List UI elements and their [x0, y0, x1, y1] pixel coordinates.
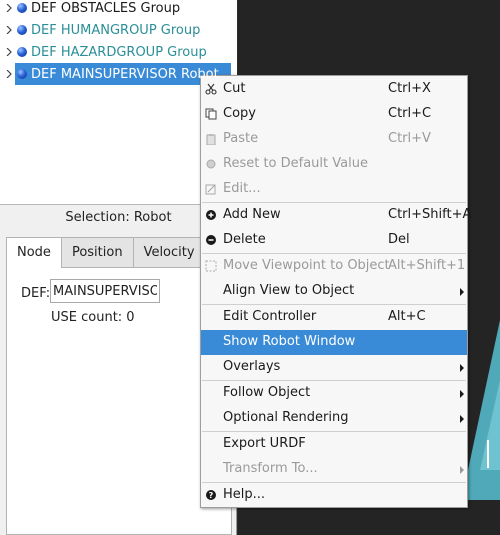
- reset-icon: [205, 158, 217, 170]
- menu-item-transform-to[interactable]: Transform To...: [201, 457, 467, 482]
- menu-item-shortcut: Ctrl+C: [388, 106, 432, 121]
- expand-arrow-icon[interactable]: [5, 3, 13, 13]
- menu-item-optional-rendering[interactable]: Optional Rendering: [201, 406, 467, 431]
- tree-item-hazardgroup[interactable]: DEF HAZARDGROUP Group: [0, 41, 237, 63]
- context-menu: Cut Ctrl+X Copy Ctrl+C Paste Ctrl+V Rese…: [200, 75, 471, 508]
- menu-item-label: Paste: [223, 131, 259, 146]
- delete-icon: [205, 234, 217, 246]
- menu-item-edit[interactable]: Edit...: [201, 177, 467, 202]
- menu-item-label: Copy: [223, 106, 256, 121]
- menu-item-label: Transform To...: [223, 461, 318, 476]
- expand-arrow-icon[interactable]: [5, 47, 13, 57]
- move-viewpoint-icon: [205, 260, 217, 272]
- menu-item-label: Export URDF: [223, 436, 306, 451]
- menu-item-label: Optional Rendering: [223, 410, 349, 425]
- menu-item-label: Add New: [223, 207, 281, 222]
- menu-item-label: Reset to Default Value: [223, 156, 368, 171]
- submenu-arrow-icon: [460, 288, 464, 296]
- svg-text:?: ?: [209, 491, 214, 500]
- menu-item-overlays[interactable]: Overlays: [201, 355, 467, 380]
- menu-item-shortcut: Ctrl+Shift+A: [388, 207, 472, 222]
- menu-item-label: Follow Object: [223, 385, 311, 400]
- menu-item-label: Move Viewpoint to Object: [223, 258, 390, 273]
- menu-item-label: Edit Controller: [223, 309, 317, 324]
- tree-item-obstacles[interactable]: DEF OBSTACLES Group: [0, 0, 237, 19]
- menu-item-export-urdf[interactable]: Export URDF: [201, 432, 467, 457]
- menu-item-shortcut: Ctrl+V: [388, 131, 431, 146]
- submenu-arrow-icon: [460, 390, 464, 398]
- def-label: DEF:: [21, 286, 51, 301]
- copy-icon: [205, 108, 217, 120]
- add-icon: [205, 209, 217, 221]
- menu-item-paste[interactable]: Paste Ctrl+V: [201, 127, 467, 152]
- tab-position[interactable]: Position: [60, 237, 134, 267]
- menu-item-delete[interactable]: Delete Del: [201, 228, 467, 253]
- tree-item-label: DEF OBSTACLES Group: [31, 0, 181, 16]
- paste-icon: [205, 133, 217, 145]
- tree-item-label: DEF MAINSUPERVISOR Robot: [31, 66, 219, 82]
- submenu-arrow-icon: [460, 364, 464, 372]
- tab-velocity[interactable]: Velocity: [132, 237, 206, 267]
- menu-item-edit-controller[interactable]: Edit Controller Alt+C: [201, 305, 467, 330]
- menu-item-show-robot-window[interactable]: Show Robot Window: [201, 330, 467, 355]
- menu-item-shortcut: Del: [388, 232, 410, 247]
- node-sphere-icon: [17, 47, 27, 57]
- menu-item-add-new[interactable]: Add New Ctrl+Shift+A: [201, 203, 471, 228]
- use-count: USE count: 0: [51, 310, 135, 325]
- menu-item-shortcut: Alt+C: [388, 309, 426, 324]
- tree-item-humangroup[interactable]: DEF HUMANGROUP Group: [0, 19, 237, 41]
- submenu-arrow-icon: [460, 466, 464, 474]
- expand-arrow-icon[interactable]: [5, 69, 13, 79]
- menu-item-help[interactable]: ? Help...: [201, 483, 467, 508]
- menu-item-align-view[interactable]: Align View to Object: [201, 279, 467, 304]
- tab-node[interactable]: Node: [6, 237, 62, 268]
- expand-arrow-icon[interactable]: [5, 25, 13, 35]
- menu-item-label: Align View to Object: [223, 283, 355, 298]
- menu-item-label: Delete: [223, 232, 266, 247]
- scissors-icon: [205, 83, 217, 95]
- menu-item-copy[interactable]: Copy Ctrl+C: [201, 102, 467, 127]
- menu-item-label: Help...: [223, 487, 266, 502]
- submenu-arrow-icon: [460, 415, 464, 423]
- node-tab-content: DEF: USE count: 0: [6, 267, 232, 535]
- node-sphere-icon: [17, 25, 27, 35]
- viewport-object-shape: [468, 320, 500, 500]
- field-editor-tabs: Node Position Velocity: [6, 237, 206, 268]
- menu-item-label: Edit...: [223, 181, 261, 196]
- menu-item-reset-default[interactable]: Reset to Default Value: [201, 152, 467, 177]
- help-icon: ?: [205, 489, 217, 501]
- menu-item-shortcut: Ctrl+X: [388, 81, 431, 96]
- menu-item-label: Overlays: [223, 359, 281, 374]
- def-name-input[interactable]: [50, 279, 160, 303]
- edit-icon: [205, 183, 217, 195]
- tree-item-label: DEF HUMANGROUP Group: [31, 22, 201, 38]
- node-sphere-icon: [17, 3, 27, 13]
- menu-item-label: Show Robot Window: [223, 334, 356, 349]
- menu-item-move-viewpoint[interactable]: Move Viewpoint to Object Alt+Shift+1: [201, 254, 467, 279]
- node-sphere-icon: [17, 69, 27, 79]
- menu-item-follow-object[interactable]: Follow Object: [201, 381, 467, 406]
- menu-item-label: Cut: [223, 81, 246, 96]
- menu-item-cut[interactable]: Cut Ctrl+X: [201, 77, 467, 102]
- tree-item-label: DEF HAZARDGROUP Group: [31, 44, 207, 60]
- menu-item-shortcut: Alt+Shift+1: [388, 258, 466, 273]
